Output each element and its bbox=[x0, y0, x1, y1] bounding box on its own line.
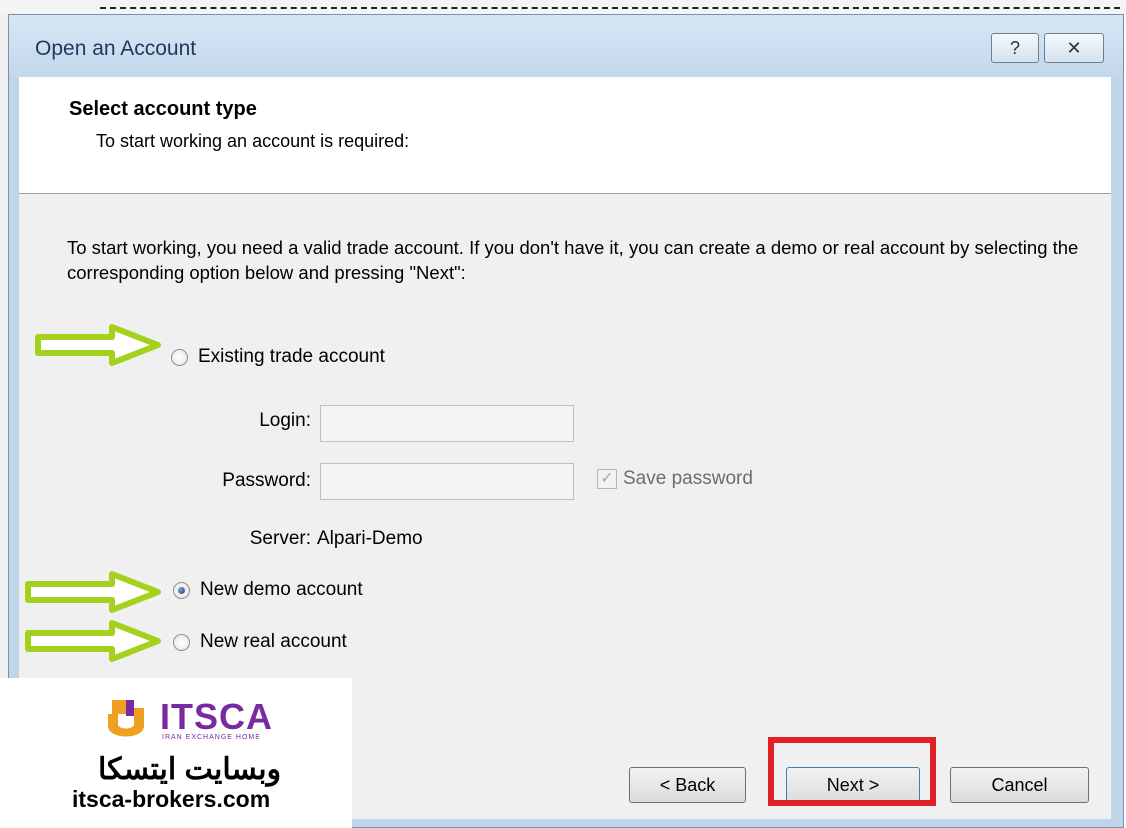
background-chart-line bbox=[100, 7, 1120, 9]
save-password-label: Save password bbox=[623, 468, 753, 489]
option-existing-label: Existing trade account bbox=[198, 346, 385, 367]
title-bar[interactable]: Open an Account ? ✕ bbox=[9, 15, 1123, 77]
brand-name: ITSCA bbox=[160, 696, 273, 737]
instructions-text: To start working, you need a valid trade… bbox=[67, 237, 1079, 283]
next-button-highlight bbox=[768, 737, 936, 806]
option-real-label: New real account bbox=[200, 631, 347, 652]
page-subtitle: To start working an account is required: bbox=[96, 131, 410, 151]
back-button[interactable]: < Back bbox=[629, 767, 746, 803]
server-label: Server: bbox=[249, 528, 311, 549]
radio-real-account[interactable] bbox=[173, 633, 190, 651]
option-demo-account[interactable]: New demo account bbox=[173, 579, 363, 601]
help-button[interactable]: ? bbox=[991, 33, 1039, 63]
option-demo-label: New demo account bbox=[200, 579, 363, 600]
itsca-watermark: ITSCA IRAN EXCHANGE HOME وبسایت ایتسکا i… bbox=[0, 678, 352, 828]
help-icon: ? bbox=[1009, 38, 1020, 58]
radio-demo-account[interactable] bbox=[173, 581, 190, 599]
radio-existing-account[interactable] bbox=[171, 348, 188, 366]
password-input[interactable] bbox=[320, 463, 574, 500]
page-title: Select account type bbox=[69, 98, 257, 120]
itsca-logo-icon bbox=[108, 700, 144, 737]
cancel-button[interactable]: Cancel bbox=[950, 767, 1089, 803]
login-input[interactable] bbox=[320, 405, 574, 442]
close-button[interactable]: ✕ bbox=[1044, 33, 1104, 63]
save-password-checkbox[interactable]: ✓ Save password bbox=[597, 468, 753, 490]
option-existing-account[interactable]: Existing trade account bbox=[171, 346, 385, 368]
annotation-arrow-real bbox=[25, 620, 161, 662]
close-icon: ✕ bbox=[1066, 38, 1082, 58]
option-real-account[interactable]: New real account bbox=[173, 631, 347, 653]
checkmark-icon[interactable]: ✓ bbox=[597, 469, 617, 489]
wizard-header: Select account type To start working an … bbox=[19, 77, 1111, 194]
server-value: Alpari-Demo bbox=[317, 528, 423, 549]
login-label: Login: bbox=[259, 410, 311, 431]
dialog-title: Open an Account bbox=[35, 37, 197, 60]
annotation-arrow-demo bbox=[25, 571, 161, 613]
brand-url: itsca-brokers.com bbox=[72, 786, 271, 812]
annotation-arrow-existing bbox=[35, 324, 161, 366]
brand-persian-text: وبسایت ایتسکا bbox=[98, 753, 282, 786]
password-label: Password: bbox=[222, 470, 311, 491]
brand-tagline: IRAN EXCHANGE HOME bbox=[162, 734, 261, 741]
